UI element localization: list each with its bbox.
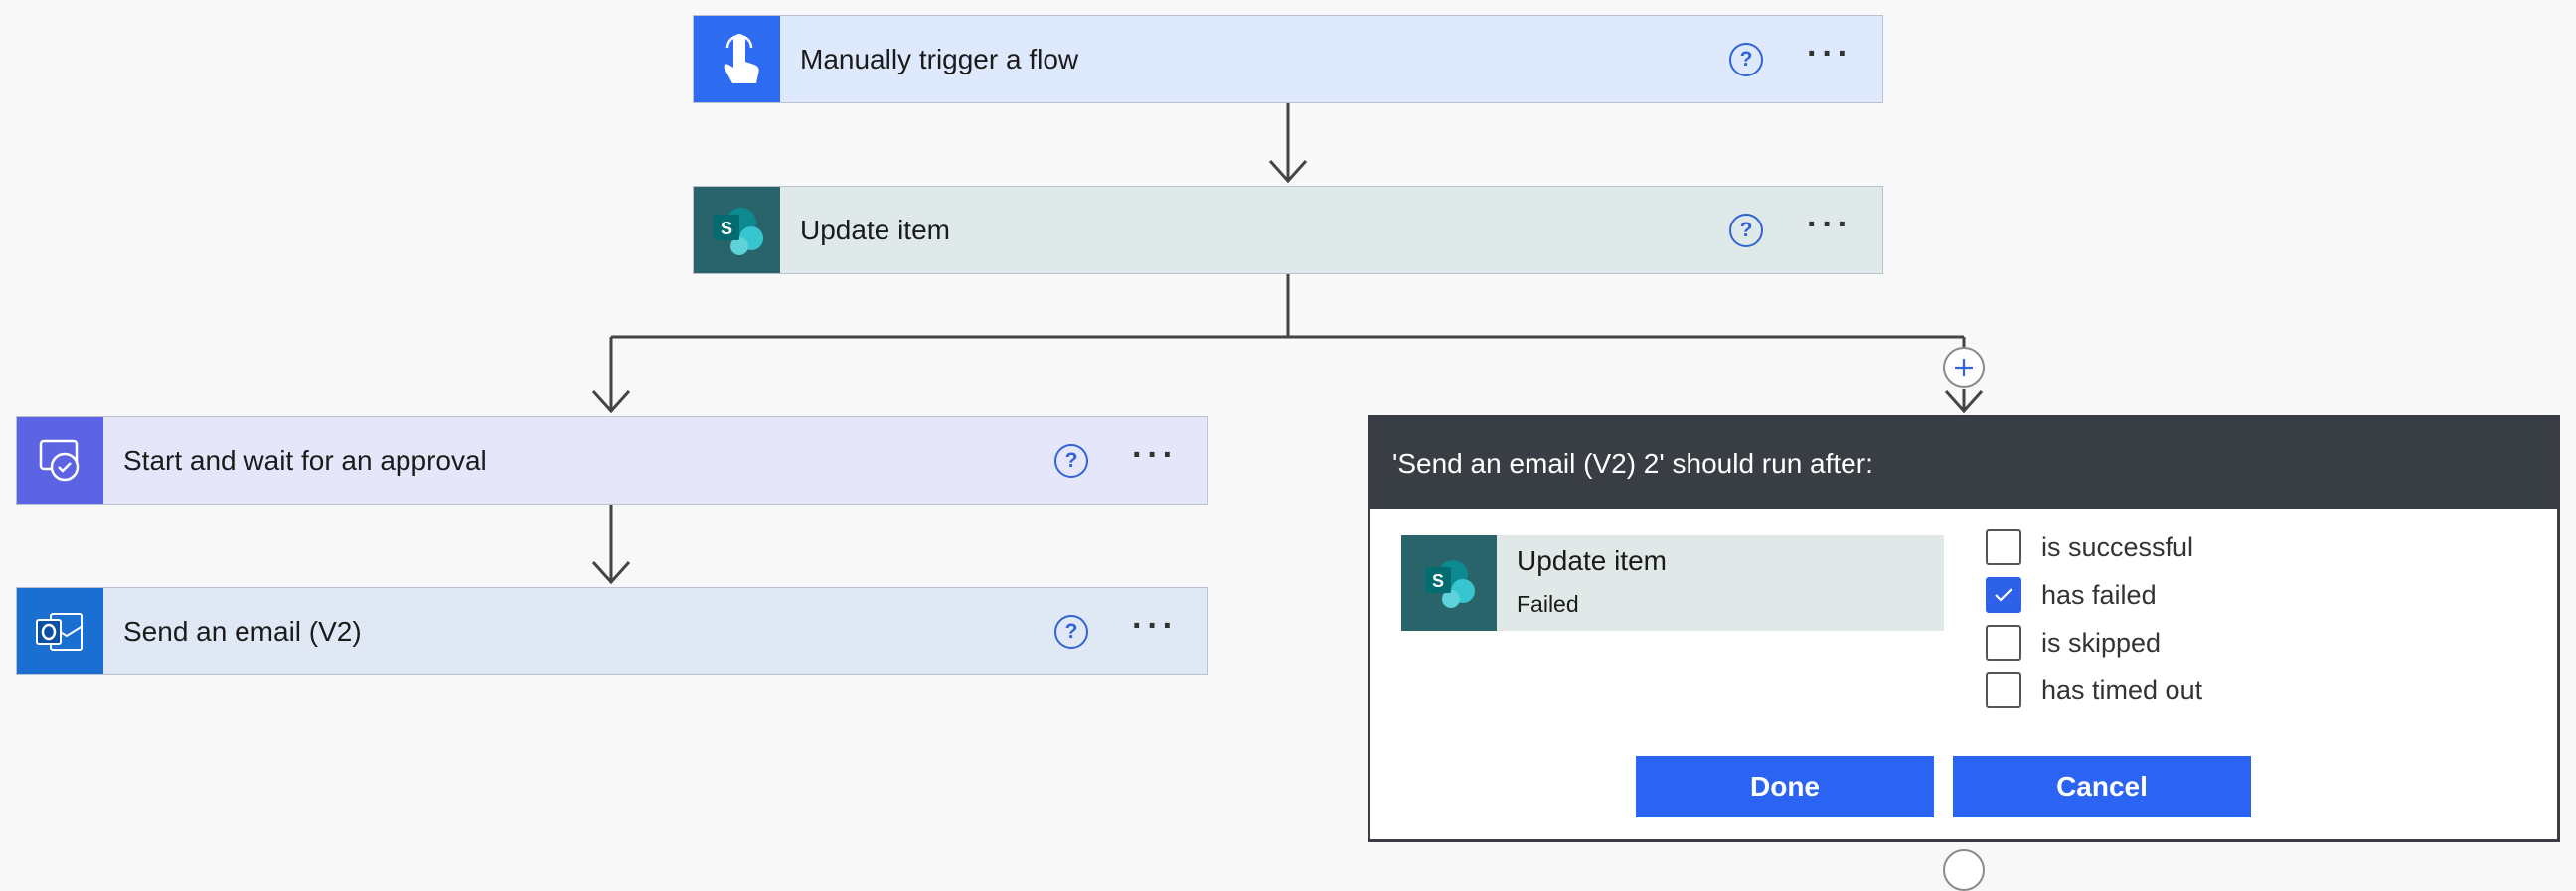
option-label: has failed bbox=[2041, 579, 2157, 610]
help-icon[interactable]: ? bbox=[1729, 42, 1764, 76]
outlook-icon bbox=[17, 588, 103, 674]
send-email-title: Send an email (V2) bbox=[123, 615, 362, 647]
touch-icon bbox=[694, 16, 780, 102]
option-is-successful[interactable]: is successful bbox=[1986, 523, 2202, 571]
more-options-icon[interactable]: ··· bbox=[1132, 609, 1178, 648]
more-options-icon[interactable]: ··· bbox=[1132, 438, 1178, 477]
approval-card[interactable]: Start and wait for an approval ? ··· bbox=[16, 416, 1208, 505]
source-action-title: Update item bbox=[1517, 545, 1667, 576]
option-is-skipped[interactable]: is skipped bbox=[1986, 619, 2202, 667]
help-icon[interactable]: ? bbox=[1054, 443, 1089, 478]
trigger-title: Manually trigger a flow bbox=[800, 43, 1079, 74]
checkmark-icon bbox=[1995, 588, 2012, 602]
done-button[interactable]: Done bbox=[1636, 756, 1934, 817]
insert-step-button[interactable] bbox=[1943, 347, 1985, 388]
more-options-icon[interactable]: ··· bbox=[1807, 37, 1852, 75]
sharepoint-icon: S bbox=[694, 187, 780, 273]
checkbox-has-timed-out[interactable] bbox=[1986, 672, 2021, 708]
option-label: has timed out bbox=[2041, 674, 2203, 705]
option-label: is skipped bbox=[2041, 627, 2162, 658]
option-has-failed[interactable]: has failed bbox=[1986, 571, 2202, 619]
more-options-icon[interactable]: ··· bbox=[1807, 208, 1852, 246]
sharepoint-icon: S bbox=[1401, 535, 1497, 631]
option-has-timed-out[interactable]: has timed out bbox=[1986, 667, 2202, 714]
help-icon[interactable]: ? bbox=[1729, 213, 1764, 247]
checkbox-is-skipped[interactable] bbox=[1986, 625, 2021, 661]
checkbox-is-successful[interactable] bbox=[1986, 529, 2021, 565]
dialog-title: 'Send an email (V2) 2' should run after: bbox=[1370, 418, 2557, 509]
cancel-button[interactable]: Cancel bbox=[1953, 756, 2251, 817]
run-after-options: is successful has failed is skipped has … bbox=[1986, 523, 2202, 714]
svg-text:S: S bbox=[720, 219, 731, 238]
insert-step-button-bottom[interactable] bbox=[1943, 849, 1985, 891]
source-action-card: S Update item Failed bbox=[1401, 535, 1944, 631]
approval-icon bbox=[17, 417, 103, 504]
checkbox-has-failed[interactable] bbox=[1986, 577, 2021, 613]
source-action-status: Failed bbox=[1517, 591, 1579, 617]
update-item-title: Update item bbox=[800, 214, 950, 245]
option-label: is successful bbox=[2041, 531, 2194, 562]
svg-text:S: S bbox=[1432, 571, 1444, 591]
help-icon[interactable]: ? bbox=[1054, 614, 1089, 649]
update-item-card[interactable]: S Update item ? ··· bbox=[693, 186, 1883, 274]
approval-title: Start and wait for an approval bbox=[123, 444, 487, 476]
run-after-dialog: 'Send an email (V2) 2' should run after:… bbox=[1368, 415, 2560, 842]
plus-icon bbox=[1955, 359, 1973, 376]
send-email-card[interactable]: Send an email (V2) ? ··· bbox=[16, 587, 1208, 675]
trigger-card[interactable]: Manually trigger a flow ? ··· bbox=[693, 15, 1883, 103]
